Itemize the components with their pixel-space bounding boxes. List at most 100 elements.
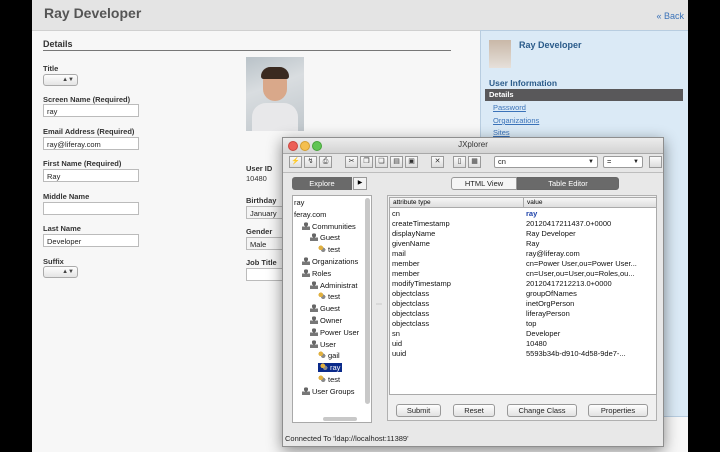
user-portrait[interactable] bbox=[246, 57, 304, 131]
refresh-icon[interactable]: ▦ bbox=[468, 156, 481, 168]
copy-dn-icon[interactable]: ❏ bbox=[375, 156, 388, 168]
attribute-value-cell[interactable]: ray@liferay.com bbox=[526, 249, 654, 259]
nav-link-organizations[interactable]: Organizations bbox=[493, 116, 539, 125]
attribute-value-cell[interactable]: Ray Developer bbox=[526, 229, 654, 239]
email-input[interactable]: ray@liferay.com bbox=[43, 137, 139, 150]
search-attribute-combo[interactable]: cn ▼ bbox=[494, 156, 598, 168]
play-icon[interactable]: ▶ bbox=[353, 177, 367, 190]
attribute-table[interactable]: attribute type value cn ray createTimestam… bbox=[389, 197, 657, 395]
table-row[interactable]: member cn=Power User,ou=Power User... bbox=[390, 259, 656, 269]
table-row[interactable]: modifyTimestamp 20120417212213.0+0000 bbox=[390, 279, 656, 289]
table-row[interactable]: objectclass liferayPerson bbox=[390, 309, 656, 319]
attribute-value-cell[interactable]: cn=User,ou=User,ou=Roles,ou... bbox=[526, 269, 654, 279]
last-name-input[interactable]: Developer bbox=[43, 234, 139, 247]
tree-node[interactable]: Power User bbox=[310, 327, 359, 337]
tree-node[interactable]: feray.com bbox=[294, 210, 326, 219]
table-row[interactable]: sn Developer bbox=[390, 329, 656, 339]
table-row[interactable]: objectclass top bbox=[390, 319, 656, 329]
tree-node[interactable]: test bbox=[318, 375, 340, 384]
attribute-type-cell: mail bbox=[392, 249, 406, 258]
properties-button[interactable]: Properties bbox=[588, 404, 648, 417]
nav-link-sites[interactable]: Sites bbox=[493, 128, 510, 137]
tree-node-label: Communities bbox=[312, 221, 356, 231]
print-icon[interactable]: ⎙ bbox=[319, 156, 332, 168]
nav-link-password[interactable]: Password bbox=[493, 103, 526, 112]
tab-table-editor[interactable]: Table Editor bbox=[517, 177, 619, 190]
disconnect-icon[interactable]: ↯ bbox=[304, 156, 317, 168]
reset-button[interactable]: Reset bbox=[453, 404, 495, 417]
tree-node-label: Administrat bbox=[320, 280, 358, 290]
tree-vertical-scrollbar[interactable] bbox=[365, 198, 370, 404]
title-select[interactable]: ▲▼ bbox=[43, 74, 78, 86]
table-row[interactable]: cn ray bbox=[390, 209, 656, 219]
table-row[interactable]: uid 10480 bbox=[390, 339, 656, 349]
tree-node[interactable]: test bbox=[318, 245, 340, 254]
table-row[interactable]: givenName Ray bbox=[390, 239, 656, 249]
search-button[interactable] bbox=[649, 156, 662, 168]
tab-explore[interactable]: Explore bbox=[292, 177, 352, 190]
attribute-type-cell: member bbox=[392, 269, 420, 278]
nav-item-details[interactable]: Details bbox=[485, 89, 683, 101]
table-row[interactable]: objectclass groupOfNames bbox=[390, 289, 656, 299]
column-header-value[interactable]: value bbox=[523, 198, 543, 207]
attribute-value-cell[interactable]: Developer bbox=[526, 329, 654, 339]
tree-node[interactable]: Guest bbox=[310, 233, 340, 242]
table-row[interactable]: mail ray@liferay.com bbox=[390, 249, 656, 259]
delete-icon[interactable]: ✕ bbox=[431, 156, 444, 168]
search-operator-combo[interactable]: = ▼ bbox=[603, 156, 643, 168]
attribute-value-cell[interactable]: Ray bbox=[526, 239, 654, 249]
table-row[interactable]: member cn=User,ou=User,ou=Roles,ou... bbox=[390, 269, 656, 279]
copy-icon[interactable]: ❐ bbox=[360, 156, 373, 168]
change-class-button[interactable]: Change Class bbox=[507, 404, 577, 417]
attribute-value-cell[interactable]: 20120417212213.0+0000 bbox=[526, 279, 654, 289]
split-divider-handle[interactable]: ⋯ bbox=[376, 301, 382, 308]
table-row[interactable]: createTimestamp 20120417211437.0+0000 bbox=[390, 219, 656, 229]
tree-node[interactable]: Roles bbox=[302, 268, 332, 278]
table-row[interactable]: displayName Ray Developer bbox=[390, 229, 656, 239]
job-title-input[interactable] bbox=[246, 268, 286, 281]
gender-select[interactable]: Male bbox=[246, 237, 286, 250]
tree-node[interactable]: User Groups bbox=[302, 386, 355, 396]
attribute-value-cell[interactable]: groupOfNames bbox=[526, 289, 654, 299]
suffix-select[interactable]: ▲▼ bbox=[43, 266, 78, 278]
submit-button[interactable]: Submit bbox=[396, 404, 441, 417]
attribute-type-cell: objectclass bbox=[392, 289, 430, 298]
attribute-value-cell[interactable]: inetOrgPerson bbox=[526, 299, 654, 309]
tree-node[interactable]: ray bbox=[294, 198, 304, 207]
directory-tree[interactable]: ray feray.com Communities Guest test Organiza… bbox=[292, 195, 372, 423]
tree-node[interactable]: Guest bbox=[310, 304, 340, 313]
tree-node[interactable]: Organizations bbox=[302, 257, 358, 266]
new-entry-icon[interactable]: ▯ bbox=[453, 156, 466, 168]
attribute-type-cell: objectclass bbox=[392, 319, 430, 328]
screen-name-input[interactable]: ray bbox=[43, 104, 139, 117]
attribute-value-cell[interactable]: ray bbox=[526, 209, 654, 219]
tree-node[interactable]: Communities bbox=[302, 221, 356, 231]
attribute-value-cell[interactable]: 20120417211437.0+0000 bbox=[526, 219, 654, 229]
tree-node[interactable]: Administrat bbox=[310, 280, 358, 290]
connect-icon[interactable]: ⚡ bbox=[289, 156, 302, 168]
attribute-value-cell[interactable]: cn=Power User,ou=Power User... bbox=[526, 259, 654, 269]
back-link[interactable]: « Back bbox=[656, 11, 684, 21]
attribute-value-cell[interactable]: top bbox=[526, 319, 654, 329]
birthday-month-select[interactable]: January bbox=[246, 206, 286, 219]
cut-icon[interactable]: ✂ bbox=[345, 156, 358, 168]
paste-icon[interactable]: ▤ bbox=[390, 156, 403, 168]
middle-name-input[interactable] bbox=[43, 202, 139, 215]
tree-node[interactable]: Owner bbox=[310, 316, 342, 325]
attribute-value-cell[interactable]: liferayPerson bbox=[526, 309, 654, 319]
tab-html-view[interactable]: HTML View bbox=[451, 177, 517, 190]
tree-node[interactable]: gail bbox=[318, 351, 340, 360]
attribute-value-cell[interactable]: 10480 bbox=[526, 339, 654, 349]
tree-node[interactable]: test bbox=[318, 292, 340, 301]
table-row[interactable]: objectclass inetOrgPerson bbox=[390, 299, 656, 309]
tree-node[interactable]: User bbox=[310, 339, 336, 349]
attribute-value-cell[interactable]: 5593b34b-d910-4d58-9de7-... bbox=[526, 349, 654, 359]
column-header-attribute[interactable]: attribute type bbox=[393, 198, 431, 207]
tree-node-label: Roles bbox=[312, 268, 332, 278]
tree-horizontal-scrollbar[interactable] bbox=[323, 417, 357, 421]
paste-alias-icon[interactable]: ▣ bbox=[405, 156, 418, 168]
tree-node[interactable]: ray bbox=[318, 363, 343, 373]
first-name-input[interactable]: Ray bbox=[43, 169, 139, 182]
table-row[interactable]: uuid 5593b34b-d910-4d58-9de7-... bbox=[390, 349, 656, 359]
window-titlebar[interactable]: JXplorer bbox=[283, 138, 663, 154]
